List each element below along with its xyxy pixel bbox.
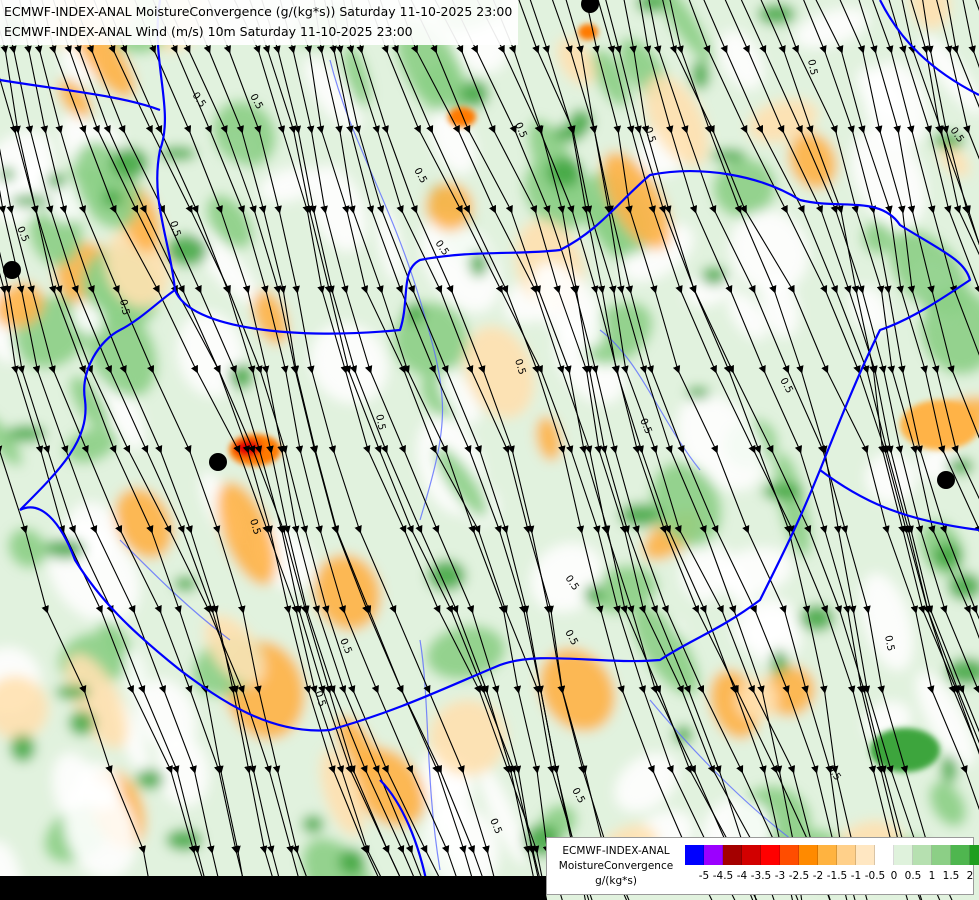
weather-map: 0.5 0.5 0.5 0.5 0.5 0.5 0.5 0.5 0.5 0.5 0.5 0.5 0.5 0… (0, 0, 979, 900)
strong-convergence-patch (166, 234, 209, 266)
legend-swatch (951, 845, 970, 865)
strong-convergence-patch (6, 425, 46, 442)
legend-tick: 1 (928, 870, 936, 882)
strong-convergence-patch (584, 584, 604, 604)
strong-convergence-patch (553, 124, 584, 143)
strong-convergence-patch (427, 560, 466, 591)
strong-convergence-patch (228, 364, 254, 389)
legend-tick: -3 (774, 870, 786, 882)
strong-convergence-patch (701, 267, 727, 286)
color-legend: ECMWF-INDEX-ANAL MoistureConvergence g/(… (546, 837, 979, 895)
legend-swatch (742, 845, 761, 865)
legend-swatch (837, 845, 856, 865)
strong-convergence-patch (10, 734, 36, 762)
legend-tick: -3.5 (750, 870, 772, 882)
title-moisture-convergence: ECMWF-INDEX-ANAL MoistureConvergence (g/… (4, 4, 513, 19)
legend-tick: -2 (812, 870, 824, 882)
legend-swatch (818, 845, 837, 865)
strong-convergence-patch (302, 815, 324, 834)
legend-tick: -1.5 (826, 870, 848, 882)
strong-convergence-patch (686, 386, 710, 400)
strong-convergence-patch (9, 194, 52, 207)
strong-convergence-patch (110, 147, 149, 179)
strong-convergence-patch (469, 251, 488, 277)
legend-swatch (761, 845, 780, 865)
legend-swatch (932, 845, 951, 865)
legend-tick: -5 (698, 870, 710, 882)
singular-point (937, 471, 955, 489)
strong-convergence-patch (338, 848, 366, 875)
strong-convergence-patch (757, 4, 796, 25)
map-title: ECMWF-INDEX-ANAL MoistureConvergence (g/… (0, 0, 519, 45)
strong-convergence-patch (710, 149, 747, 162)
legend-variable: MoistureConvergence (558, 860, 674, 872)
legend-swatch (704, 845, 723, 865)
convergence-extreme (234, 439, 262, 457)
legend-swatch (723, 845, 742, 865)
strong-convergence-patch (459, 79, 489, 108)
legend-tick: 0.5 (904, 870, 922, 882)
legend-model: ECMWF-INDEX-ANAL (562, 845, 670, 857)
legend-tick: -0.5 (864, 870, 886, 882)
singular-point (209, 453, 227, 471)
legend-swatch (685, 845, 704, 865)
strong-convergence-patch (941, 754, 958, 784)
title-wind: ECMWF-INDEX-ANAL Wind (m/s) 10m Saturday… (4, 24, 413, 39)
legend-tick: 2 (966, 870, 974, 882)
legend-label: ECMWF-INDEX-ANAL MoistureConvergence g/(… (547, 844, 685, 889)
strong-convergence-patch (69, 710, 95, 736)
strong-convergence-patch (135, 769, 165, 789)
legend-swatch (970, 845, 979, 865)
moisture-convergence-map: 0.5 0.50.5 0.50.50.50.50.50.50.50.50.50.50… (0, 0, 979, 900)
legend-tick: -4.5 (712, 870, 734, 882)
legend-swatch (799, 845, 818, 865)
convergence-extreme (578, 24, 598, 40)
bottom-bar (0, 876, 546, 900)
legend-tick: -4 (736, 870, 748, 882)
strong-convergence-patch (691, 60, 710, 90)
convergence-extreme (448, 107, 476, 127)
legend-tick: 0 (890, 870, 898, 882)
legend-tick: 1.5 (942, 870, 960, 882)
strong-convergence-patch (762, 482, 804, 500)
legend-swatches (685, 845, 979, 865)
legend-swatch (875, 845, 894, 865)
legend-swatch (913, 845, 932, 865)
legend-swatch (780, 845, 799, 865)
legend-tick: -1 (850, 870, 862, 882)
legend-unit: g/(kg*s) (595, 875, 637, 887)
legend-swatch (856, 845, 875, 865)
legend-swatch (894, 845, 913, 865)
legend-tick: -2.5 (788, 870, 810, 882)
